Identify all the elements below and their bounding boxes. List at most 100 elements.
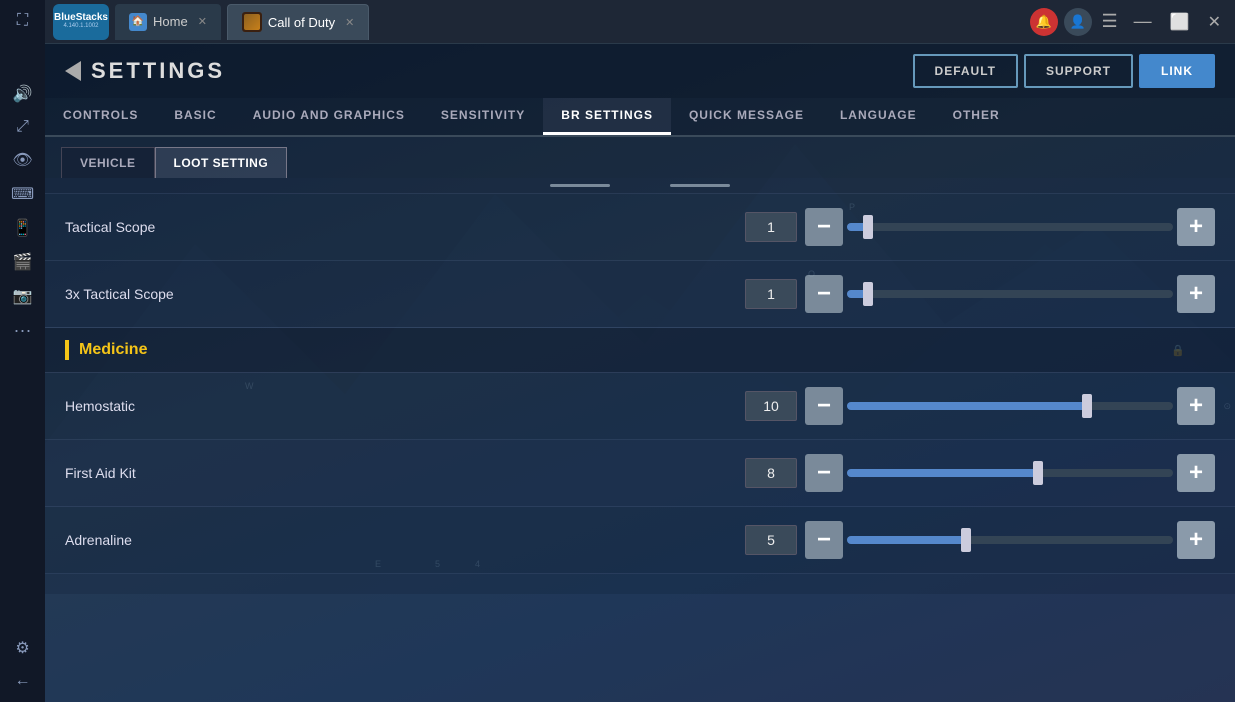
adrenaline-slider: − + [805, 521, 1215, 559]
3x-tactical-scope-plus[interactable]: + [1177, 275, 1215, 313]
home-tab-close[interactable]: ✕ [198, 15, 207, 28]
bluestacks-logo: BlueStacks 4.140.1.1002 [53, 4, 109, 40]
notification-btn[interactable]: 🔔 [1030, 8, 1058, 36]
tab-audio-graphics[interactable]: AUDIO AND GRAPHICS [235, 98, 423, 135]
support-button[interactable]: SUPPORT [1024, 54, 1133, 88]
settings-title-group: SETTINGS [65, 58, 225, 84]
home-icon: 🏠 [129, 13, 147, 31]
tab-other[interactable]: OTHER [935, 98, 1018, 135]
maximize-btn[interactable]: ⬜ [1164, 12, 1196, 32]
3x-tactical-scope-value: 1 [745, 279, 797, 309]
main-area: BlueStacks 4.140.1.1002 🏠 Home ✕ Call of… [45, 0, 1235, 702]
scroll-indicator-top [45, 178, 1235, 194]
sub-tabs: VEHICLE LOOT SETTING [45, 137, 1235, 178]
3x-tactical-scope-slider: − + [805, 275, 1215, 313]
gear-icon[interactable]: ⚙ [11, 634, 33, 662]
tab-home[interactable]: 🏠 Home ✕ [115, 4, 221, 40]
hemostatic-thumb[interactable] [1082, 394, 1092, 418]
content-area: P Tactical Scope 1 − + O 3x Tactical Sco… [45, 178, 1235, 702]
3x-tactical-scope-label: 3x Tactical Scope [65, 286, 745, 302]
adrenaline-track[interactable] [847, 536, 1173, 544]
tactical-scope-thumb[interactable] [863, 215, 873, 239]
expand2-icon[interactable]: ⤢ [12, 114, 33, 140]
first-aid-kit-thumb[interactable] [1033, 461, 1043, 485]
key-overlay-lock: 🔒 [1171, 344, 1185, 357]
first-aid-kit-row: First Aid Kit 8 − + [45, 440, 1235, 507]
sub-tab-vehicle[interactable]: VEHICLE [61, 147, 155, 178]
scroll-line-left [550, 184, 610, 187]
volume-icon[interactable]: 🔊 [9, 80, 37, 108]
video-icon[interactable]: 🎬 [9, 248, 37, 276]
tab-sensitivity[interactable]: SENSITIVITY [423, 98, 543, 135]
camera-icon[interactable]: 📷 [9, 282, 37, 310]
version-label: 4.140.1.1002 [63, 23, 98, 30]
cod-icon [242, 12, 262, 32]
hemostatic-fill [847, 402, 1092, 410]
tactical-scope-track[interactable] [847, 223, 1173, 231]
first-aid-kit-label: First Aid Kit [65, 465, 745, 481]
account-btn[interactable]: 👤 [1064, 8, 1092, 36]
key-w-overlay: W [245, 381, 254, 391]
first-aid-kit-value: 8 [745, 458, 797, 488]
back-arrow-icon[interactable] [65, 61, 81, 81]
hemostatic-row: W Hemostatic 10 − + ⊙ [45, 373, 1235, 440]
adrenaline-minus[interactable]: − [805, 521, 843, 559]
key-5-overlay: 5 [435, 559, 440, 569]
tab-controls[interactable]: CONTROLS [45, 98, 156, 135]
medicine-title: Medicine [79, 341, 147, 359]
tactical-scope-minus[interactable]: − [805, 208, 843, 246]
first-aid-kit-slider: − + [805, 454, 1215, 492]
phone-icon[interactable]: 📱 [9, 214, 37, 242]
hemostatic-plus[interactable]: + [1177, 387, 1215, 425]
key-o-overlay: O [808, 269, 815, 279]
hemostatic-label: Hemostatic [65, 398, 745, 414]
adrenaline-label: Adrenaline [65, 532, 745, 548]
hemostatic-track[interactable] [847, 402, 1173, 410]
hemostatic-value: 10 [745, 391, 797, 421]
tab-cod[interactable]: Call of Duty ✕ [227, 4, 369, 40]
keyboard-icon[interactable]: ⌨ [7, 180, 38, 208]
close-btn[interactable]: ✕ [1202, 12, 1227, 32]
tactical-scope-label: Tactical Scope [65, 219, 745, 235]
3x-tactical-scope-track[interactable] [847, 290, 1173, 298]
3x-tactical-scope-row: O 3x Tactical Scope 1 − + [45, 261, 1235, 328]
more-icon[interactable]: ··· [10, 316, 36, 345]
tab-language[interactable]: LANGUAGE [822, 98, 935, 135]
3x-tactical-scope-thumb[interactable] [863, 282, 873, 306]
adrenaline-row: E 5 4 Adrenaline 5 − + [45, 507, 1235, 574]
medicine-section-header: Medicine 🔒 [45, 328, 1235, 373]
hemostatic-minus[interactable]: − [805, 387, 843, 425]
key-p-overlay: P [849, 202, 855, 212]
adrenaline-plus[interactable]: + [1177, 521, 1215, 559]
tab-basic[interactable]: BASIC [156, 98, 234, 135]
medicine-bar [65, 340, 69, 360]
tactical-scope-plus[interactable]: + [1177, 208, 1215, 246]
main-tabs: CONTROLS BASIC AUDIO AND GRAPHICS SENSIT… [45, 98, 1235, 137]
adrenaline-fill [847, 536, 971, 544]
settings-area: SETTINGS DEFAULT SUPPORT LINK CONTROLS B… [45, 44, 1235, 702]
tactical-scope-row: P Tactical Scope 1 − + [45, 194, 1235, 261]
first-aid-kit-track[interactable] [847, 469, 1173, 477]
adrenaline-thumb[interactable] [961, 528, 971, 552]
key-4-overlay: 4 [475, 559, 480, 569]
minimize-btn[interactable]: — [1128, 11, 1158, 32]
title-bar: BlueStacks 4.140.1.1002 🏠 Home ✕ Call of… [45, 0, 1235, 44]
cod-tab-close[interactable]: ✕ [345, 16, 354, 29]
first-aid-kit-minus[interactable]: − [805, 454, 843, 492]
hemostatic-slider: − + [805, 387, 1215, 425]
tab-quick-message[interactable]: QUICK MESSAGE [671, 98, 822, 135]
first-aid-kit-fill [847, 469, 1043, 477]
expand-icon[interactable]: ⛶ [13, 8, 32, 34]
tab-br-settings[interactable]: BR SETTINGS [543, 98, 671, 135]
default-button[interactable]: DEFAULT [913, 54, 1018, 88]
eye-icon[interactable]: 👁 [8, 146, 36, 174]
menu-btn[interactable]: ☰ [1098, 11, 1122, 32]
first-aid-kit-plus[interactable]: + [1177, 454, 1215, 492]
header-buttons: DEFAULT SUPPORT LINK [913, 54, 1215, 88]
back-icon[interactable]: ← [11, 668, 35, 694]
scroll-line-right [670, 184, 730, 187]
link-button[interactable]: LINK [1139, 54, 1215, 88]
settings-header: SETTINGS DEFAULT SUPPORT LINK [45, 44, 1235, 98]
3x-tactical-scope-minus[interactable]: − [805, 275, 843, 313]
sub-tab-loot[interactable]: LOOT SETTING [155, 147, 288, 178]
